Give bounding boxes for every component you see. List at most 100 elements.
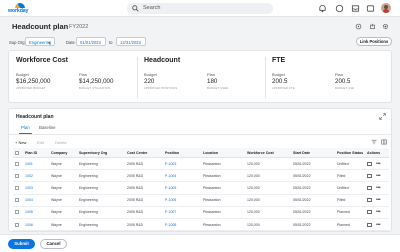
more-actions-icon[interactable]: ••• bbox=[376, 222, 381, 228]
date-from-value: 01/01/2022 bbox=[80, 39, 101, 45]
tabs-divider bbox=[9, 134, 393, 135]
table-row[interactable]: 1004 Wayne Engineering 2005 R&D P-1006 Pleasa… bbox=[13, 194, 389, 207]
column-header[interactable]: Workforce Cost bbox=[245, 148, 291, 158]
table-cell-link[interactable]: P-1008 bbox=[163, 218, 201, 232]
select-all-checkbox[interactable] bbox=[13, 148, 23, 158]
table-cell: 120,000 bbox=[245, 169, 291, 183]
metric-caption: APPROVED POSITIONS bbox=[144, 86, 178, 90]
logo-text: workday bbox=[8, 8, 29, 14]
table-cell: 2005 R&D bbox=[125, 181, 163, 195]
table-cell-link[interactable]: P-1004 bbox=[163, 169, 201, 183]
row-checkbox[interactable] bbox=[13, 157, 23, 171]
table-row[interactable]: 1003 Wayne Engineering 2005 R&D P-1005 Pleasa… bbox=[13, 181, 389, 195]
metric-value: $14,250,000 bbox=[79, 78, 114, 85]
chat-icon[interactable] bbox=[335, 4, 344, 13]
sup-org-select[interactable]: Engineering ▼ bbox=[25, 37, 55, 46]
row-actions: ••• bbox=[365, 218, 389, 232]
table-cell: Filled bbox=[335, 194, 365, 207]
table-row[interactable]: 1005 Wayne Engineering 2005 R&D P-1007 Pleasa… bbox=[13, 206, 389, 219]
table-cell-link[interactable]: 1003 bbox=[23, 181, 49, 195]
column-header[interactable]: Location bbox=[201, 148, 245, 158]
more-actions-icon[interactable]: ••• bbox=[376, 185, 381, 191]
metric-value: 220 bbox=[144, 78, 155, 85]
avatar[interactable] bbox=[381, 3, 391, 13]
table-cell: Planned bbox=[335, 218, 365, 232]
expand-icon[interactable] bbox=[379, 113, 386, 120]
table-cell-link[interactable]: 1005 bbox=[23, 206, 49, 219]
row-checkbox[interactable] bbox=[13, 218, 23, 232]
column-header[interactable]: Company bbox=[49, 148, 77, 158]
more-actions-icon[interactable]: ••• bbox=[376, 173, 381, 179]
export-icon[interactable] bbox=[369, 23, 376, 30]
table-cell-link[interactable]: 1006 bbox=[23, 218, 49, 232]
column-header[interactable]: Plan ID bbox=[23, 148, 49, 158]
new-button[interactable]: + New bbox=[15, 140, 26, 145]
more-actions-icon[interactable]: ••• bbox=[376, 161, 381, 167]
date-from-input[interactable]: 01/01/2022 bbox=[76, 37, 106, 46]
summary-cards: Workforce Cost Budget $16,250,000 APPROV… bbox=[8, 50, 392, 103]
link-positions-button[interactable]: Link Positions bbox=[356, 37, 392, 46]
table-row[interactable]: 1006 Wayne Engineering 2005 R&D P-1008 Pleasa… bbox=[13, 218, 389, 232]
table-cell-link[interactable]: P-1003 bbox=[163, 157, 201, 171]
table-cell: Pleasanton bbox=[201, 169, 245, 183]
row-checkbox[interactable] bbox=[13, 194, 23, 207]
row-checkbox[interactable] bbox=[13, 169, 23, 183]
column-header: Actions bbox=[365, 148, 389, 158]
table-cell-link[interactable]: P-1006 bbox=[163, 194, 201, 207]
cancel-button[interactable]: Cancel bbox=[40, 239, 67, 249]
columns-icon[interactable] bbox=[381, 139, 387, 145]
table-cell: Engineering bbox=[77, 194, 125, 207]
table-cell-link[interactable]: 1004 bbox=[23, 194, 49, 207]
table-cell-link[interactable]: P-1005 bbox=[163, 181, 201, 195]
table-cell: 2005 R&D bbox=[125, 157, 163, 171]
table-cell: 05/01/2022 bbox=[291, 181, 335, 195]
headcount-table: Plan ID Company Supervisory Org Cost Cen… bbox=[13, 148, 389, 232]
table-cell: Engineering bbox=[77, 181, 125, 195]
related-actions-icon[interactable] bbox=[355, 23, 362, 30]
column-header[interactable]: Position bbox=[163, 148, 201, 158]
edit-button[interactable]: Edit bbox=[37, 140, 44, 145]
comment-icon[interactable] bbox=[367, 198, 372, 203]
top-bar: workday Search bbox=[0, 0, 400, 17]
column-header[interactable]: Start Date bbox=[291, 148, 335, 158]
date-to-input[interactable]: 12/31/2022 bbox=[116, 37, 146, 46]
headcount-plan-panel: Headcount plan Plan Baseline + New Edit … bbox=[8, 108, 393, 232]
tab-plan[interactable]: Plan bbox=[21, 125, 30, 130]
comment-icon[interactable] bbox=[367, 222, 372, 227]
table-cell-link[interactable]: 1001 bbox=[23, 157, 49, 171]
comment-icon[interactable] bbox=[367, 210, 372, 215]
row-checkbox[interactable] bbox=[13, 206, 23, 219]
column-header[interactable]: Supervisory Org bbox=[77, 148, 125, 158]
inbox-alt-icon[interactable] bbox=[366, 4, 375, 13]
table-cell: 05/01/2022 bbox=[291, 169, 335, 183]
table-cell-link[interactable]: P-1007 bbox=[163, 206, 201, 219]
comment-icon[interactable] bbox=[367, 161, 372, 166]
table-cell: Engineering bbox=[77, 218, 125, 232]
table-row[interactable]: 1002 Wayne Engineering 2005 R&D P-1004 Pleasa… bbox=[13, 169, 389, 183]
comment-icon[interactable] bbox=[367, 185, 372, 190]
search-input[interactable]: Search bbox=[127, 3, 273, 14]
submit-button[interactable]: Submit bbox=[8, 239, 35, 249]
metric-caption: BUDGET USE bbox=[335, 86, 355, 90]
bell-icon[interactable] bbox=[318, 4, 327, 13]
search-placeholder: Search bbox=[143, 5, 161, 11]
more-actions-icon[interactable]: ••• bbox=[376, 197, 381, 203]
table-cell: Engineering bbox=[77, 169, 125, 183]
tab-baseline[interactable]: Baseline bbox=[39, 125, 55, 130]
filter-icon[interactable] bbox=[371, 139, 377, 145]
column-header[interactable]: Position Status bbox=[335, 148, 365, 158]
settings-icon[interactable] bbox=[382, 23, 389, 30]
column-header[interactable]: Cost Center bbox=[125, 148, 163, 158]
row-actions: ••• bbox=[365, 194, 389, 207]
card-title: FTE bbox=[272, 57, 286, 64]
delete-button[interactable]: Delete bbox=[55, 140, 67, 145]
table-cell: 05/01/2022 bbox=[291, 218, 335, 232]
more-actions-icon[interactable]: ••• bbox=[376, 209, 381, 215]
table-row[interactable]: 1001 Wayne Engineering 2005 R&D P-1003 Pleasa… bbox=[13, 157, 389, 171]
comment-icon[interactable] bbox=[367, 173, 372, 178]
metric-label: Budget bbox=[16, 72, 29, 77]
table-cell-link[interactable]: 1002 bbox=[23, 169, 49, 183]
workday-logo[interactable]: workday bbox=[8, 3, 34, 14]
inbox-icon[interactable] bbox=[351, 4, 360, 13]
row-checkbox[interactable] bbox=[13, 181, 23, 195]
